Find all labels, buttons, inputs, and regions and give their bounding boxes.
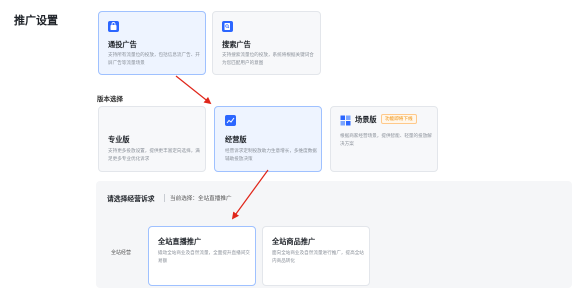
arrow-to-live-promotion	[231, 169, 269, 220]
arrow-to-business-version	[175, 75, 212, 105]
annotation-arrows	[175, 75, 269, 220]
